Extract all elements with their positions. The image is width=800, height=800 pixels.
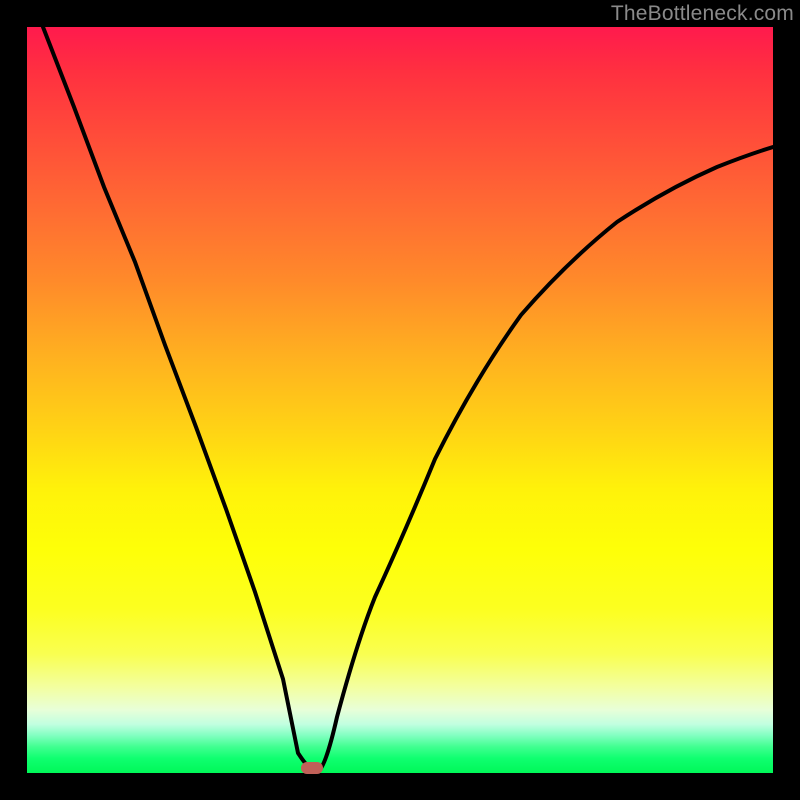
optimal-marker [301,762,323,774]
plot-area [27,27,773,773]
watermark: TheBottleneck.com [611,2,794,26]
curve-layer [27,27,773,773]
chart-container: TheBottleneck.com [0,0,800,800]
bottleneck-curve [43,27,773,772]
